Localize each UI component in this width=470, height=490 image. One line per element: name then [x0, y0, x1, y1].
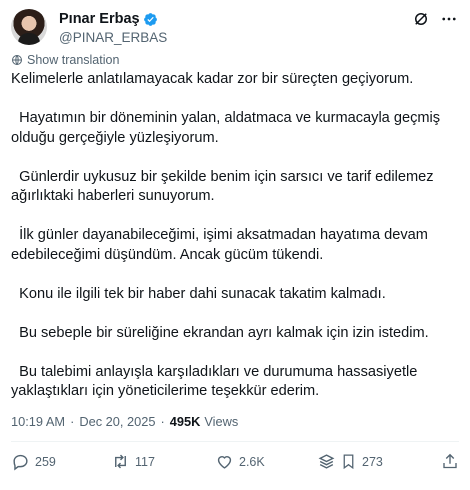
- views-label: Views: [204, 414, 239, 429]
- globe-icon: [12, 55, 22, 65]
- meta-separator: ·: [70, 414, 75, 429]
- author-display-name[interactable]: Pınar Erbaş: [59, 11, 140, 27]
- tweet-header: Pınar Erbaş @PINAR_ERBAS: [11, 9, 459, 45]
- repost-count: 117: [135, 454, 155, 469]
- author-handle[interactable]: @PINAR_ERBAS: [59, 30, 167, 45]
- avatar-figure: [18, 33, 40, 45]
- repost-button[interactable]: 117: [111, 452, 155, 471]
- tweet-paragraph: Konu ile ilgili tek bir haber dahi sunac…: [11, 285, 386, 302]
- verified-badge-icon[interactable]: [143, 12, 158, 27]
- views-analytics-button[interactable]: [317, 452, 341, 471]
- like-count: 2.6K: [239, 454, 265, 469]
- divider: [11, 441, 459, 442]
- tweet-paragraph: Bu talebimi anlayışla karşıladıkları ve …: [11, 363, 422, 400]
- action-bar: 259 117 2.6K 273: [11, 452, 459, 474]
- more-icon[interactable]: [439, 9, 459, 29]
- like-button[interactable]: 2.6K: [215, 452, 265, 471]
- share-icon: [443, 453, 457, 469]
- bookmark-count: 273: [362, 454, 383, 469]
- show-translation-link[interactable]: Show translation: [11, 53, 119, 67]
- repost-icon: [115, 454, 126, 469]
- reply-icon: [13, 454, 28, 471]
- tweet-paragraph: Bu sebeple bir süreliğine ekrandan ayrı …: [11, 324, 429, 341]
- top-actions: [411, 9, 459, 29]
- layers-icon: [318, 454, 335, 469]
- author-info: Pınar Erbaş @PINAR_ERBAS: [59, 10, 167, 45]
- bookmark-button[interactable]: 273: [340, 452, 383, 471]
- reply-count: 259: [35, 454, 56, 469]
- tweet-date[interactable]: Dec 20, 2025: [79, 414, 155, 429]
- name-row: Pınar Erbaş: [59, 10, 167, 28]
- tweet-paragraph: İlk günler dayanabileceğimi, işimi aksat…: [11, 227, 432, 263]
- tweet-meta: 10:19 AM · Dec 20, 2025 · 495K Views: [11, 414, 238, 429]
- tweet-paragraph: Günlerdir uykusuz bir şekilde benim için…: [11, 168, 438, 205]
- tweet-paragraph: Kelimelerle anlatılamayacak kadar zor bi…: [11, 71, 414, 87]
- avatar[interactable]: [11, 9, 47, 45]
- tweet-body: Kelimelerle anlatılamayacak kadar zor bi…: [11, 70, 461, 421]
- bookmark-icon: [343, 454, 354, 470]
- tweet-paragraph: Hayatımın bir döneminin yalan, aldatmaca…: [11, 110, 445, 146]
- show-translation-label: Show translation: [27, 53, 120, 67]
- meta-separator: ·: [160, 414, 165, 429]
- share-button[interactable]: [441, 452, 464, 471]
- grok-icon[interactable]: [411, 9, 431, 29]
- reply-button[interactable]: 259: [11, 452, 56, 471]
- tweet-time[interactable]: 10:19 AM: [11, 414, 65, 429]
- views-count[interactable]: 495K: [170, 414, 201, 429]
- heart-icon: [217, 456, 232, 469]
